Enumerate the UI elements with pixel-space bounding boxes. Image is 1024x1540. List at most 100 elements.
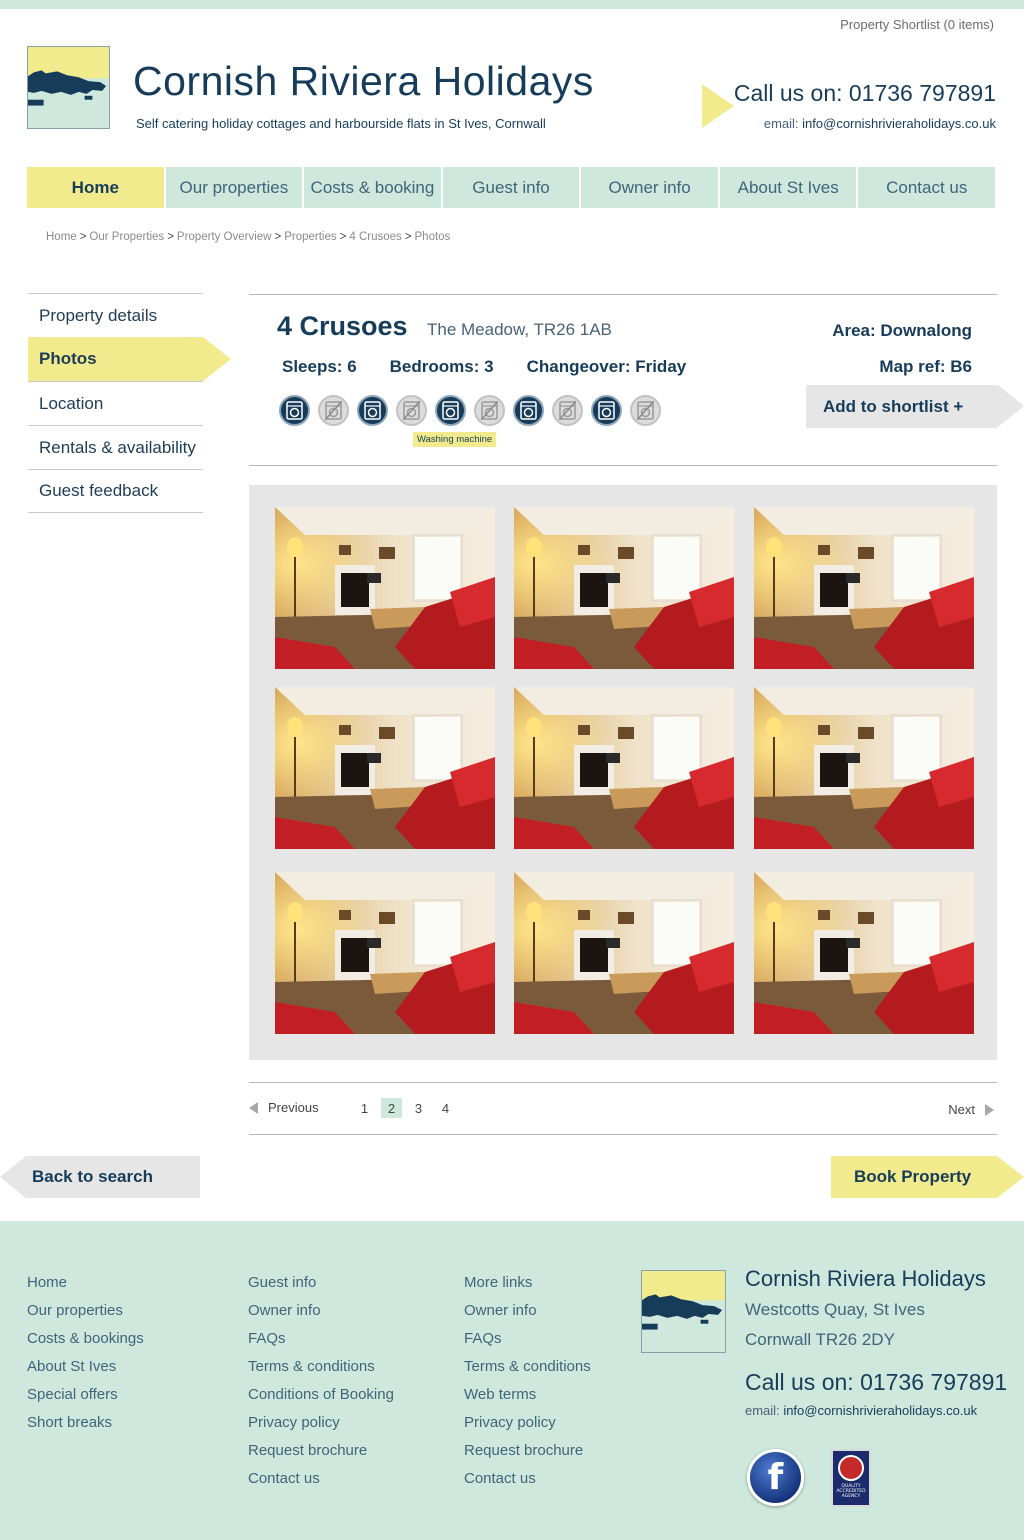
back-to-search-button[interactable]: Back to search <box>0 1156 200 1198</box>
washing-machine-unavailable-icon[interactable] <box>630 395 661 426</box>
washing-machine-icon[interactable] <box>591 395 622 426</box>
phone-number[interactable]: 01736 797891 <box>860 1369 1007 1395</box>
footer-link[interactable]: Contact us <box>464 1469 591 1497</box>
footer-link[interactable]: Terms & conditions <box>248 1357 394 1385</box>
washing-machine-unavailable-icon[interactable] <box>396 395 427 426</box>
breadcrumb-property[interactable]: 4 Crusoes <box>349 231 401 243</box>
washing-machine-unavailable-icon[interactable] <box>552 395 583 426</box>
nav-home[interactable]: Home <box>27 167 164 208</box>
living-room-photo[interactable] <box>514 872 734 1034</box>
footer-link[interactable]: Privacy policy <box>248 1413 394 1441</box>
footer-link[interactable]: Web terms <box>464 1385 591 1413</box>
call-label: Call us on: <box>733 80 843 106</box>
page-2[interactable]: 2 <box>381 1098 402 1118</box>
footer-link[interactable]: About St Ives <box>27 1357 144 1385</box>
footer-link[interactable]: Privacy policy <box>464 1413 591 1441</box>
email-label: email: <box>745 1403 780 1418</box>
footer-address-line: Cornwall TR26 2DY <box>745 1330 895 1349</box>
footer-link[interactable]: Owner info <box>248 1301 394 1329</box>
book-property-button[interactable]: Book Property <box>831 1156 1024 1198</box>
living-room-photo[interactable] <box>275 507 495 669</box>
washing-machine-icon[interactable] <box>513 395 544 426</box>
living-room-photo[interactable] <box>514 507 734 669</box>
washing-machine-icon[interactable] <box>435 395 466 426</box>
sidenav-guest-feedback[interactable]: Guest feedback <box>28 469 203 513</box>
footer-address-line: Westcotts Quay, St Ives <box>745 1300 925 1319</box>
sidenav-location[interactable]: Location <box>28 381 203 425</box>
facebook-icon[interactable]: f <box>747 1449 804 1506</box>
nav-our-properties[interactable]: Our properties <box>165 167 303 208</box>
property-facts: Sleeps: 6 Bedrooms: 3 Changeover: Friday <box>282 357 686 377</box>
page-3[interactable]: 3 <box>408 1098 429 1118</box>
page-4[interactable]: 4 <box>435 1098 456 1118</box>
breadcrumb-separator: > <box>274 231 282 243</box>
site-tagline: Self catering holiday cottages and harbo… <box>136 116 546 131</box>
footer-company-name: Cornish Riviera Holidays <box>745 1266 986 1291</box>
site-title: Cornish Riviera Holidays <box>133 58 594 104</box>
property-shortlist-link[interactable]: Property Shortlist (0 items) <box>840 17 994 32</box>
living-room-photo[interactable] <box>754 872 974 1034</box>
arrow-right-icon <box>985 1103 994 1116</box>
footer-link[interactable]: Guest info <box>248 1273 394 1301</box>
nav-guest-info[interactable]: Guest info <box>442 167 580 208</box>
nav-owner-info[interactable]: Owner info <box>581 167 718 208</box>
footer-link[interactable]: Short breaks <box>27 1413 144 1441</box>
add-to-shortlist-button[interactable]: Add to shortlist + <box>806 385 1024 428</box>
arrow-left-icon <box>249 1101 258 1114</box>
property-bedrooms: Bedrooms: 3 <box>389 357 494 376</box>
footer-logo[interactable] <box>641 1270 726 1353</box>
breadcrumb-property-overview[interactable]: Property Overview <box>177 231 272 243</box>
breadcrumb-separator: > <box>167 231 174 243</box>
badge-text: QUALITY ACCREDITED AGENCY <box>836 1484 866 1499</box>
footer-link[interactable]: Contact us <box>248 1469 394 1497</box>
living-room-photo[interactable] <box>275 687 495 849</box>
breadcrumb-our-properties[interactable]: Our Properties <box>89 231 164 243</box>
next-page-link[interactable]: Next <box>948 1102 994 1117</box>
breadcrumb: Home > Our Properties > Property Overview > Pr… <box>46 231 450 243</box>
living-room-photo[interactable] <box>514 687 734 849</box>
footer-link[interactable]: Home <box>27 1273 144 1301</box>
footer-link[interactable]: FAQs <box>248 1329 394 1357</box>
footer-link[interactable]: Special offers <box>27 1385 144 1413</box>
footer-col-main: Home Our properties Costs & bookings Abo… <box>27 1273 144 1441</box>
living-room-photo[interactable] <box>754 687 974 849</box>
breadcrumb-home[interactable]: Home <box>46 231 77 243</box>
footer-link[interactable]: Request brochure <box>464 1441 591 1469</box>
sidenav-property-details[interactable]: Property details <box>28 293 203 337</box>
breadcrumb-separator: > <box>79 231 87 243</box>
previous-page-link[interactable]: Previous <box>249 1100 319 1115</box>
sidenav-photos[interactable]: Photos <box>28 337 231 381</box>
nav-costs-booking[interactable]: Costs & booking <box>304 167 441 208</box>
photo-gallery <box>249 485 997 1060</box>
phone-number[interactable]: 01736 797891 <box>849 80 996 106</box>
footer-link[interactable]: Costs & bookings <box>27 1329 144 1357</box>
footer-link[interactable]: Owner info <box>464 1301 591 1329</box>
footer-link[interactable]: Request brochure <box>248 1441 394 1469</box>
washing-machine-icon[interactable] <box>357 395 388 426</box>
property-sleeps: Sleeps: 6 <box>282 357 357 376</box>
footer-link[interactable]: FAQs <box>464 1329 591 1357</box>
page-1[interactable]: 1 <box>354 1098 375 1118</box>
nav-contact-us[interactable]: Contact us <box>858 167 996 208</box>
breadcrumb-current: Photos <box>414 231 451 243</box>
washing-machine-icon[interactable] <box>279 395 310 426</box>
footer-link[interactable]: More links <box>464 1273 591 1301</box>
living-room-photo[interactable] <box>754 507 974 669</box>
breadcrumb-properties[interactable]: Properties <box>284 231 336 243</box>
footer-link[interactable]: Terms & conditions <box>464 1357 591 1385</box>
email-link[interactable]: info@cornishrivieraholidays.co.uk <box>783 1403 977 1418</box>
washing-machine-unavailable-icon[interactable] <box>474 395 505 426</box>
sidenav-rentals-availability[interactable]: Rentals & availability <box>28 425 203 469</box>
nav-about-st-ives[interactable]: About St Ives <box>719 167 857 208</box>
footer-phone: Call us on: 01736 797891 <box>745 1369 1007 1396</box>
logo-coast-icon <box>28 47 109 128</box>
footer-link[interactable]: Conditions of Booking <box>248 1385 394 1413</box>
email-link[interactable]: info@cornishrivieraholidays.co.uk <box>802 116 996 131</box>
footer-col-more: More links Owner info FAQs Terms & condi… <box>464 1273 591 1497</box>
property-sidenav: Property details Photos Location Rentals… <box>28 293 231 513</box>
back-to-search-label: Back to search <box>32 1167 153 1186</box>
site-logo[interactable] <box>27 46 110 129</box>
living-room-photo[interactable] <box>275 872 495 1034</box>
washing-machine-unavailable-icon[interactable] <box>318 395 349 426</box>
footer-link[interactable]: Our properties <box>27 1301 144 1329</box>
